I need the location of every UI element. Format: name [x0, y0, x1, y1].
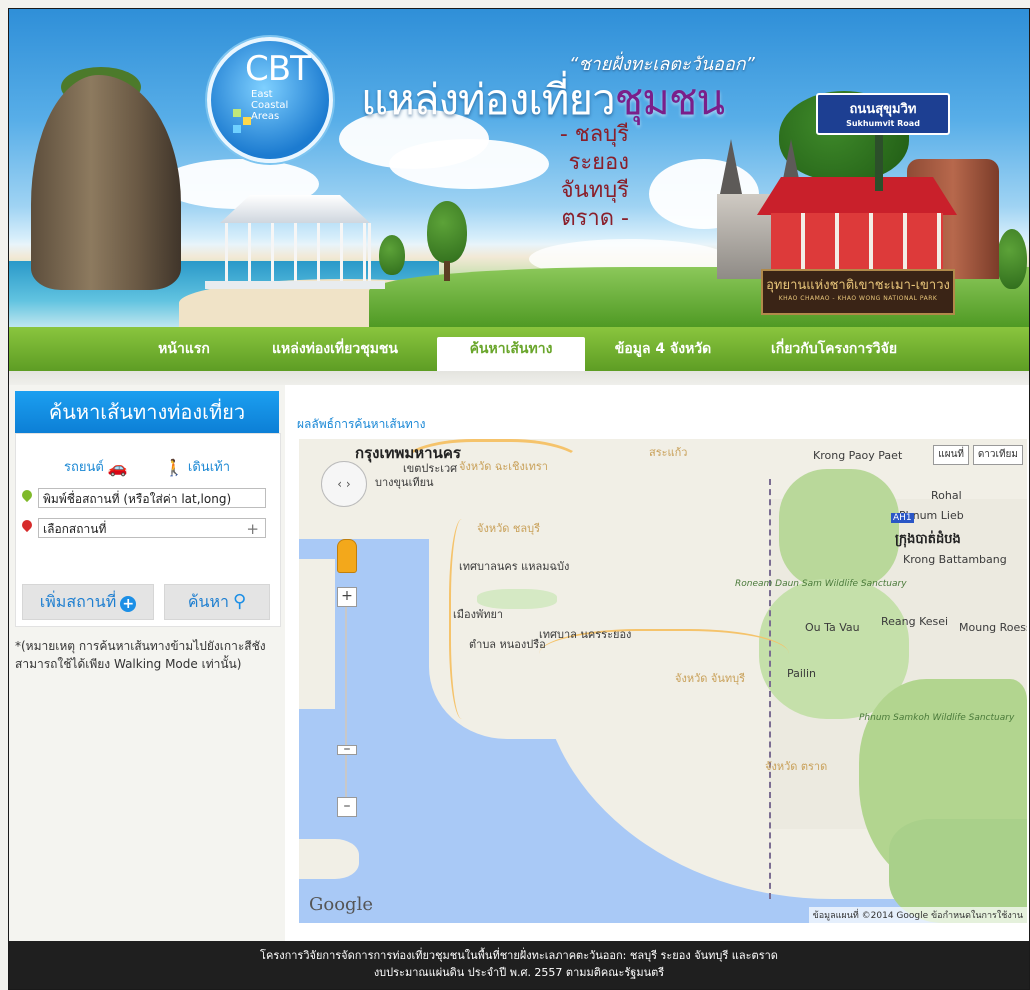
- zoom-out-button[interactable]: –: [337, 797, 357, 817]
- map-label: Pailin: [787, 667, 817, 680]
- map-label: เทศบาล นครระยอง: [539, 628, 632, 641]
- province-rayong: ระยอง: [568, 150, 629, 175]
- map-pan-control[interactable]: ‹ ›: [321, 461, 367, 507]
- map-label: Krong Battambang: [903, 553, 1007, 566]
- sidebar-heading: ค้นหาเส้นทางท่องเที่ยว: [15, 391, 279, 433]
- map-label: Reang Kesei: [881, 615, 949, 628]
- page-frame: CBT East Coastal Areas “ชายฝั่งทะเลตะวัน…: [8, 8, 1030, 990]
- plus-circle-icon: +: [120, 596, 137, 612]
- map-label: สระแก้ว: [649, 446, 688, 459]
- nav-about-research[interactable]: เกี่ยวกับโครงการวิจัย: [749, 337, 919, 371]
- map-label: จังหวัด ตราด: [765, 760, 828, 773]
- walking-mode-note: *(หมายเหตุ การค้นหาเส้นทางข้ามไปยังเกาะส…: [15, 639, 266, 671]
- logo-subtext: East Coastal Areas: [251, 89, 289, 122]
- map-attribution[interactable]: ข้อมูลแผนที่ ©2014 Google ข้อกำหนดในการใ…: [808, 907, 1027, 923]
- result-panel: ผลลัพธ์การค้นหาเส้นทาง กรุงเทพมหานคร บาง…: [285, 385, 1029, 949]
- map-label: เมืองพัทยา: [453, 608, 504, 621]
- add-place-button[interactable]: เพิ่มสถานที่ +: [22, 584, 154, 620]
- mode-car-label: รถยนต์: [64, 460, 104, 475]
- park-sign-text-en: KHAO CHAMAO - KHAO WONG NATIONAL PARK: [778, 295, 938, 302]
- nav-route-search[interactable]: ค้นหาเส้นทาง: [437, 337, 585, 371]
- search-icon: ⚲: [232, 591, 247, 612]
- banner-provinces: - ชลบุรี ระยอง จันทบุรี ตราด -: [509, 121, 629, 233]
- map-type-map-button[interactable]: แผนที่: [933, 445, 969, 465]
- origin-input[interactable]: พิมพ์ชื่อสถานที่ (หรือใส่ค่า lat,long): [38, 488, 266, 508]
- banner-title-accent: ชุมชน: [614, 75, 725, 124]
- map-shield-ah1: AH1: [891, 513, 914, 523]
- tree-image: [997, 229, 1027, 289]
- search-button[interactable]: ค้นหา ⚲: [164, 584, 270, 620]
- map-label: Rohal: [931, 489, 962, 502]
- mode-walk-button[interactable]: 🚶 เดินเท้า: [164, 456, 230, 477]
- map-label: เขตประเวศ: [403, 462, 458, 475]
- nav-home[interactable]: หน้าแรก: [139, 337, 229, 371]
- route-map[interactable]: กรุงเทพมหานคร บางขุนเทียน เขตประเวศ จังห…: [299, 439, 1027, 923]
- add-waypoint-plus-icon[interactable]: +: [246, 519, 259, 537]
- route-sidebar: ค้นหาเส้นทางท่องเที่ยว รถยนต์ 🚗 🚶 เดินเท้า…: [9, 385, 285, 981]
- destination-pin-icon: [22, 520, 32, 534]
- google-logo[interactable]: Google: [309, 894, 373, 915]
- walking-person-icon: 🚶: [164, 458, 184, 477]
- map-type-satellite-button[interactable]: ดาวเทียม: [972, 445, 1023, 465]
- footer-line-2: งบประมาณแผ่นดิน ประจำปี พ.ศ. 2557 ตามมติ…: [373, 966, 665, 979]
- map-label: ตำบล หนองปรือ: [469, 638, 546, 651]
- pavilion-image: [205, 195, 385, 295]
- park-sign-text: อุทยานแห่งชาติเขาชะเมา-เขาวง: [766, 278, 950, 293]
- zoom-slider-track[interactable]: [345, 601, 347, 811]
- tree-image: [379, 235, 405, 275]
- map-label: จังหวัด ชลบุรี: [477, 522, 540, 535]
- nav-province-info[interactable]: ข้อมูล 4 จังหวัด: [601, 337, 725, 371]
- map-label: จังหวัด ฉะเชิงเทรา: [459, 460, 548, 473]
- zoom-slider-handle[interactable]: –: [337, 742, 357, 756]
- province-chonburi: - ชลบุรี: [559, 122, 629, 147]
- result-title: ผลลัพธ์การค้นหาเส้นทาง: [297, 417, 426, 431]
- destination-input[interactable]: เลือกสถานที่ +: [38, 518, 266, 538]
- province-trat: ตราด -: [561, 206, 629, 231]
- map-label: ក្រុងបាត់ដំបង: [895, 532, 961, 547]
- park-sign: อุทยานแห่งชาติเขาชะเมา-เขาวง KHAO CHAMAO…: [761, 269, 955, 315]
- red-house-image: [757, 177, 957, 273]
- page-footer: โครงการวิจัยการจัดการการท่องเที่ยวชุมชนใ…: [9, 941, 1029, 989]
- map-label: เทศบาลนคร แหลมฉบัง: [459, 560, 570, 573]
- street-view-pegman-icon[interactable]: [337, 539, 357, 573]
- nav-community-attractions[interactable]: แหล่งท่องเที่ยวชุมชน: [255, 337, 415, 371]
- province-chanthaburi: จันทบุรี: [560, 178, 629, 203]
- map-label: จังหวัด จันทบุรี: [675, 672, 745, 685]
- main-nav: หน้าแรก แหล่งท่องเที่ยวชุมชน ค้นหาเส้นทา…: [9, 327, 1029, 371]
- route-form: รถยนต์ 🚗 🚶 เดินเท้า พิมพ์ชื่อสถานที่ (หรือ…: [15, 433, 281, 627]
- limestone-island-image: [31, 75, 181, 290]
- road-sign-text: ถนนสุขุมวิท: [849, 102, 917, 117]
- car-icon: 🚗: [107, 458, 128, 477]
- map-label: Roneam Daun Sam Wildlife Sanctuary: [735, 579, 907, 589]
- logo-text: CBT: [245, 49, 311, 89]
- map-label: Ou Ta Vau: [805, 621, 860, 634]
- road-sign-text-en: Sukhumvit Road: [846, 119, 920, 128]
- map-label: Krong Paoy Paet: [813, 449, 903, 462]
- mode-walk-label: เดินเท้า: [187, 460, 231, 475]
- tree-image: [427, 201, 467, 263]
- banner-title-main: แหล่งท่องเที่ยว: [361, 75, 616, 124]
- header-banner: CBT East Coastal Areas “ชายฝั่งทะเลตะวัน…: [9, 9, 1029, 327]
- mode-car-button[interactable]: รถยนต์ 🚗: [64, 456, 128, 477]
- map-label: Phnum Samkoh Wildlife Sanctuary: [859, 713, 1015, 723]
- zoom-in-button[interactable]: +: [337, 587, 357, 607]
- origin-pin-icon: [22, 490, 32, 504]
- footer-line-1: โครงการวิจัยการจัดการการท่องเที่ยวชุมชนใ…: [260, 949, 778, 962]
- map-label: Moung Roessei: [959, 621, 1027, 634]
- road-sign: ถนนสุขุมวิท Sukhumvit Road: [816, 93, 950, 135]
